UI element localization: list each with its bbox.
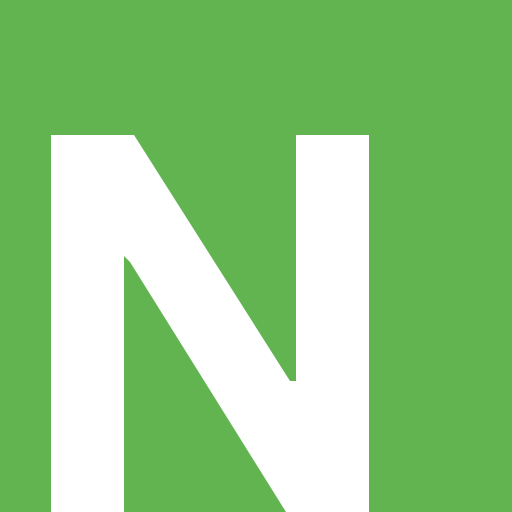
logo-letter-n-icon: [0, 0, 512, 512]
app-logo: [0, 0, 512, 512]
